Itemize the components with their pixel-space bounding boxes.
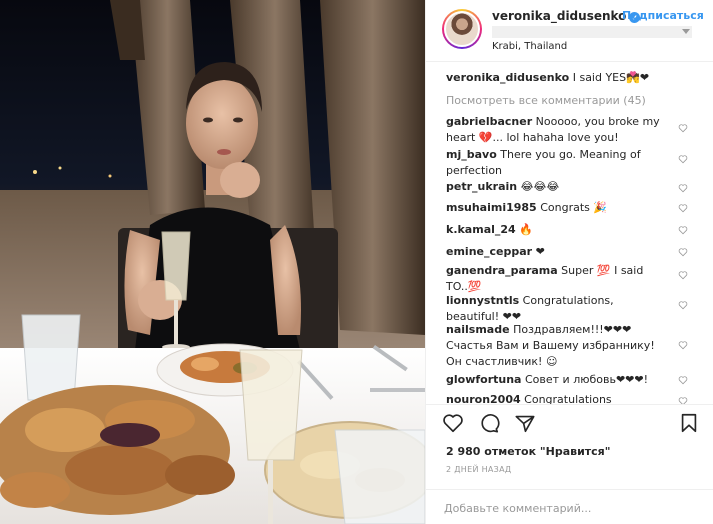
comment-username[interactable]: nailsmade	[446, 323, 510, 336]
blurred-dropdown[interactable]	[492, 26, 692, 38]
comment-username[interactable]: lionnystntls	[446, 294, 519, 307]
comment-username[interactable]: emine_ceppar	[446, 245, 532, 258]
photo-illustration	[0, 0, 425, 524]
post-caption: veronika_didusenko I said YES💏❤	[446, 70, 696, 85]
post-actions: 2 980 отметок "Нравится" 2 ДНЕЙ НАЗАД	[426, 404, 713, 522]
comment-username[interactable]: ganendra_parama	[446, 264, 558, 277]
bookmark-icon[interactable]	[678, 412, 700, 434]
small-heart-icon[interactable]	[678, 225, 688, 235]
small-heart-icon[interactable]	[678, 154, 688, 164]
comments-list[interactable]: veronika_didusenko I said YES💏❤ Посмотре…	[426, 70, 713, 404]
small-heart-icon[interactable]	[678, 203, 688, 213]
small-heart-icon[interactable]	[678, 123, 688, 133]
location-link[interactable]: Krabi, Thailand	[492, 41, 567, 52]
small-heart-icon[interactable]	[678, 270, 688, 280]
heart-icon[interactable]	[442, 412, 464, 434]
caption-username[interactable]: veronika_didusenko	[446, 71, 569, 84]
comment-text: Совет и любовь❤❤❤!	[524, 373, 649, 386]
add-comment-input[interactable]	[444, 498, 694, 518]
small-heart-icon[interactable]	[678, 300, 688, 310]
comment-username[interactable]: gabrielbacner	[446, 115, 532, 128]
comment-item: msuhaimi1985 Congrats 🎉	[446, 200, 666, 216]
view-all-comments-link[interactable]: Посмотреть все комментарии (45)	[446, 94, 646, 107]
small-heart-icon[interactable]	[678, 375, 688, 385]
comment-item: nouron2004 Congratulations	[446, 392, 666, 404]
comment-item: glowfortuna Совет и любовь❤❤❤!	[446, 372, 666, 388]
caption-text: I said YES💏❤	[572, 71, 650, 84]
comment-item: ganendra_parama Super 💯 I said TO..💯	[446, 263, 666, 295]
comment-text: ❤	[535, 245, 545, 258]
comment-item: emine_ceppar ❤	[446, 244, 666, 260]
likes-count[interactable]: 2 980 отметок "Нравится"	[446, 445, 610, 458]
comment-item: gabrielbacner Nooooo, you broke my heart…	[446, 114, 666, 146]
comment-item: k.kamal_24 🔥	[446, 222, 666, 238]
comment-text: Congrats 🎉	[540, 201, 608, 214]
post-header: veronika_didusenko ✔ Подписаться Krabi, T…	[426, 0, 713, 62]
avatar[interactable]	[442, 9, 482, 49]
small-heart-icon[interactable]	[678, 247, 688, 257]
comment-item: petr_ukrain 😂😂😂	[446, 179, 666, 195]
comment-username[interactable]: msuhaimi1985	[446, 201, 537, 214]
comment-text: 😂😂😂	[520, 180, 560, 193]
comment-icon[interactable]	[478, 412, 500, 434]
comment-item: nailsmade Поздравляем!!!❤❤❤ Счастья Вам …	[446, 322, 666, 370]
comment-username[interactable]: mj_bavo	[446, 148, 497, 161]
comment-item: mj_bavo There you go. Meaning of perfect…	[446, 147, 666, 179]
post-timestamp[interactable]: 2 ДНЕЙ НАЗАД	[446, 465, 511, 474]
share-icon[interactable]	[514, 412, 536, 434]
comment-username[interactable]: glowfortuna	[446, 373, 521, 386]
small-heart-icon[interactable]	[678, 340, 688, 350]
author-username[interactable]: veronika_didusenko ✔	[492, 9, 641, 23]
author-username-text[interactable]: veronika_didusenko	[492, 9, 626, 23]
post-photo[interactable]	[0, 0, 425, 524]
small-heart-icon[interactable]	[678, 396, 688, 404]
post-sidebar: veronika_didusenko ✔ Подписаться Krabi, T…	[425, 0, 713, 524]
comment-username[interactable]: nouron2004	[446, 393, 521, 404]
comment-item: lionnystntls Congratulations, beautiful!…	[446, 293, 666, 325]
comment-username[interactable]: k.kamal_24	[446, 223, 516, 236]
small-heart-icon[interactable]	[678, 183, 688, 193]
follow-button[interactable]: Подписаться	[622, 9, 704, 22]
comment-text: Congratulations	[524, 393, 612, 404]
comment-text: 🔥	[519, 223, 533, 236]
comment-username[interactable]: petr_ukrain	[446, 180, 517, 193]
add-comment-bar	[426, 489, 713, 523]
instagram-post: veronika_didusenko ✔ Подписаться Krabi, T…	[0, 0, 713, 524]
